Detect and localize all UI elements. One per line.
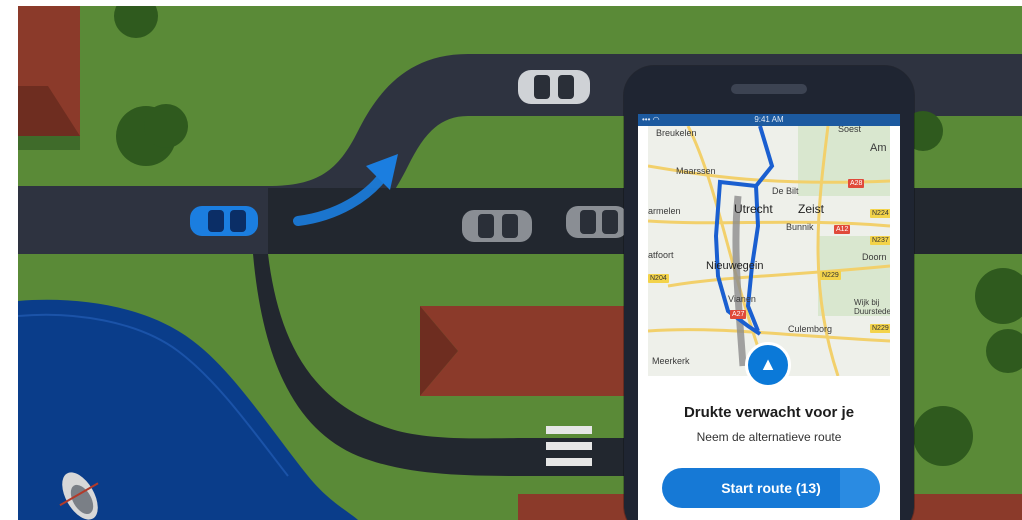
map-label: Zeist	[798, 202, 825, 216]
road-badge: A28	[848, 179, 865, 188]
map-canvas	[648, 126, 890, 376]
map-label: Meerkerk	[652, 356, 690, 366]
road-badge: N224	[870, 209, 890, 218]
house-top-left	[18, 6, 80, 150]
map-label: Soest	[838, 126, 862, 134]
map-label: Am	[870, 142, 887, 154]
alert-title: Drukte verwacht voor je	[683, 404, 855, 421]
road-badge: N229	[870, 324, 890, 333]
status-time: 9:41 AM	[754, 115, 784, 124]
road-badge: A12	[834, 225, 851, 234]
house-middle	[420, 306, 638, 396]
car-blue	[190, 206, 258, 236]
map-label: atfoort	[648, 250, 674, 260]
car-grey-2	[566, 206, 628, 238]
map-label: Maarssen	[676, 166, 716, 176]
car-grey-1	[462, 210, 532, 242]
phone-screen: ••• ◠ 9:41 AM Breukelen Soest Am Maarsse…	[638, 114, 900, 520]
illustration-scene: ••• ◠ 9:41 AM Breukelen Soest Am Maarsse…	[18, 6, 1022, 520]
road-badge: A27	[730, 310, 747, 319]
route-map[interactable]: Breukelen Soest Am Maarssen De Bilt A28 …	[648, 126, 890, 376]
phone-speaker	[731, 84, 807, 94]
start-route-button[interactable]: Start route (13)	[662, 468, 880, 508]
map-label: De Bilt	[772, 186, 799, 196]
car-grey-top	[518, 70, 590, 104]
road-badge: N204	[648, 274, 669, 283]
map-label: Culemborg	[788, 324, 833, 334]
map-label: Bunnik	[786, 222, 814, 232]
map-label: Vianen	[728, 294, 756, 304]
road-badge: N229	[820, 271, 841, 280]
button-shade	[840, 468, 880, 508]
navigation-arrow-icon[interactable]: ▲	[745, 342, 791, 388]
map-label: Nieuwegein	[706, 260, 764, 272]
map-label: Utrecht	[734, 202, 773, 216]
map-label: Doorn	[862, 252, 887, 262]
map-label: armelen	[648, 206, 681, 216]
house-bottom-right	[908, 494, 1022, 520]
status-bar: ••• ◠ 9:41 AM	[638, 114, 900, 126]
road-badge: N237	[870, 236, 890, 245]
map-label: Wijk bij Duurstede	[854, 298, 890, 316]
phone-mockup: ••• ◠ 9:41 AM Breukelen Soest Am Maarsse…	[624, 66, 914, 520]
alert-subtitle: Neem de alternatieve route	[696, 430, 842, 444]
map-label: Breukelen	[656, 128, 697, 138]
crosswalk	[546, 426, 592, 466]
start-route-label: Start route (13)	[721, 480, 821, 496]
